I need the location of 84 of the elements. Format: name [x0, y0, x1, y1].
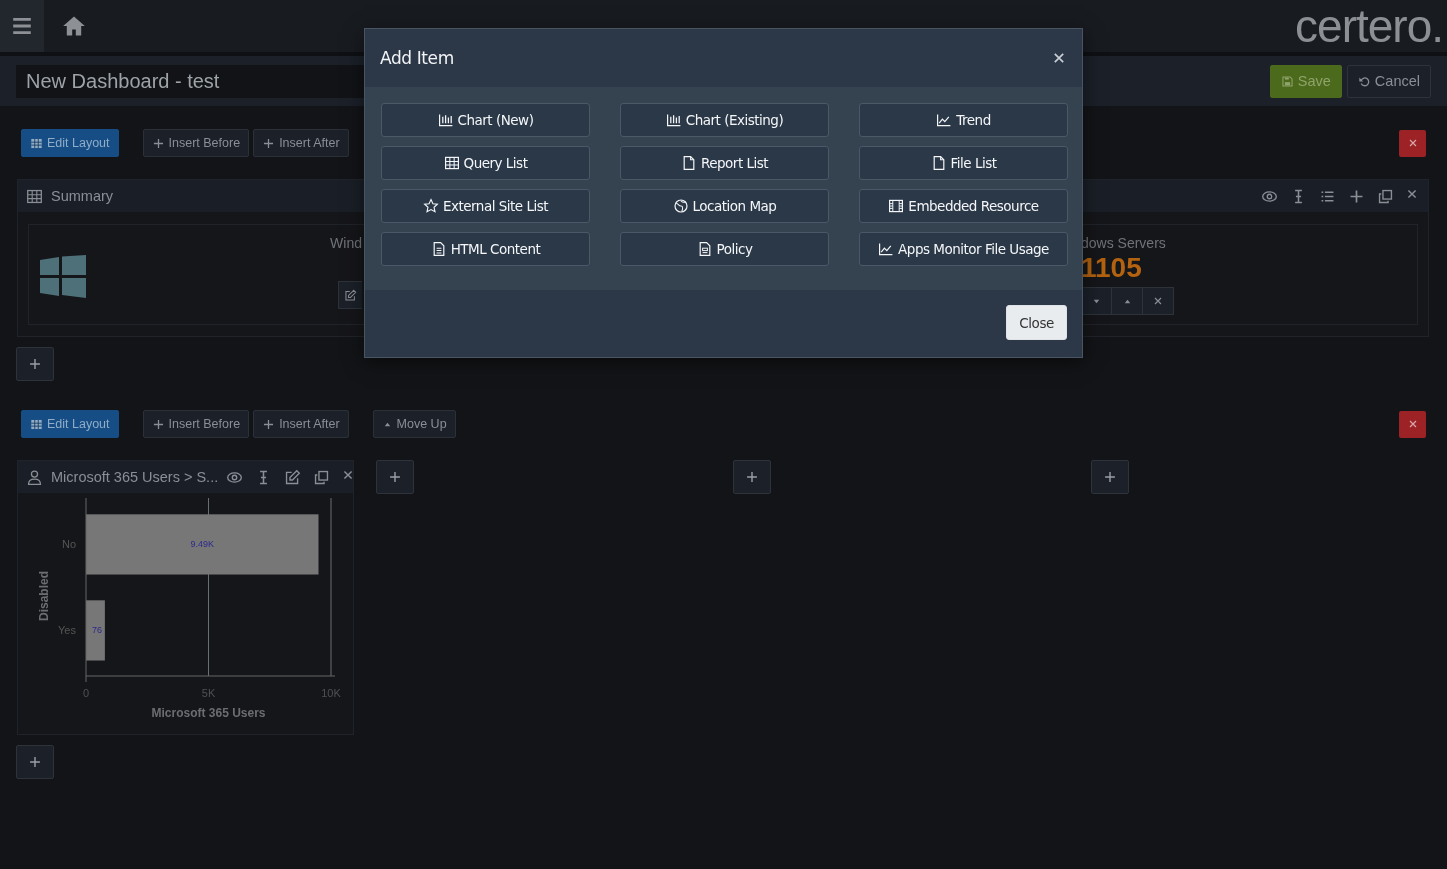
close-icon	[1407, 138, 1418, 148]
add-item-button[interactable]: Query List	[381, 146, 590, 180]
axis-label: Yes	[58, 624, 76, 637]
close-button[interactable]	[1052, 51, 1066, 65]
add-item-button[interactable]: File List	[859, 146, 1068, 180]
plus-icon	[262, 417, 276, 431]
close-dialog-button[interactable]: Close	[1006, 305, 1067, 340]
remove-row-button[interactable]	[1399, 410, 1426, 438]
axis-label: 10K	[321, 687, 341, 699]
insert-button[interactable]: Insert After	[253, 129, 349, 157]
axis-title: Microsoft 365 Users	[151, 706, 266, 720]
duplicate-button[interactable]	[313, 468, 331, 486]
add-item-button[interactable]: Trend	[859, 103, 1068, 137]
menu-button[interactable]	[0, 0, 44, 52]
plus-icon	[262, 136, 276, 150]
plus-icon	[151, 417, 165, 431]
star-icon	[422, 198, 439, 214]
add-item-button[interactable]: Chart (Existing)	[620, 103, 829, 137]
tile-value: 1105	[1081, 253, 1143, 283]
add-button[interactable]	[376, 460, 414, 494]
line-chart-icon	[936, 112, 953, 128]
table-icon	[443, 155, 460, 171]
undo-icon	[1357, 74, 1371, 88]
panel-title: Summary	[51, 188, 114, 204]
close-icon	[1052, 51, 1066, 65]
plus-icon	[745, 470, 759, 484]
copy-icon	[313, 468, 331, 486]
home-button[interactable]	[62, 14, 86, 38]
add-button[interactable]	[733, 460, 771, 494]
edit-button[interactable]	[338, 281, 362, 309]
plus-icon	[28, 357, 42, 371]
tile-label: Wind	[330, 235, 362, 251]
windows-logo-icon	[40, 255, 86, 298]
film-icon	[888, 198, 905, 214]
close-icon	[1153, 296, 1163, 306]
insert-button[interactable]: Insert Before	[142, 410, 250, 438]
bar-chart-icon	[665, 112, 682, 128]
copy-icon	[1377, 187, 1394, 205]
axis-label: No	[61, 538, 76, 551]
globe-icon	[672, 198, 689, 214]
add-button[interactable]	[16, 745, 54, 779]
plus-icon	[1103, 470, 1117, 484]
logo: certero.	[1295, 0, 1443, 53]
dialog-title: Add Item	[380, 48, 454, 68]
grid-icon	[30, 417, 43, 431]
close-icon	[1407, 419, 1418, 429]
plus-icon	[388, 470, 402, 484]
data-label: 76	[92, 625, 102, 636]
edit-button[interactable]	[284, 468, 302, 486]
edit-icon	[284, 468, 302, 486]
add-button[interactable]	[16, 347, 54, 381]
add-item-button[interactable]: Chart (New)	[381, 103, 590, 137]
add-item-button[interactable]: Report List	[620, 146, 829, 180]
widget-title: Microsoft 365 Users > S...	[51, 469, 219, 485]
menu-icon	[11, 15, 33, 37]
bar-chart-icon	[437, 112, 454, 128]
axis-title: Disabled	[37, 571, 51, 621]
edit-layout-button[interactable]: Edit Layout	[21, 410, 119, 438]
value-label: 9.49K	[190, 539, 214, 550]
user-icon	[26, 468, 43, 486]
cancel-button[interactable]: Cancel	[1346, 64, 1431, 98]
edit-layout-button[interactable]: Edit Layout	[21, 129, 119, 157]
add-item-button[interactable]: Embedded Resource	[859, 189, 1068, 223]
line-chart-icon	[878, 241, 895, 257]
plus-icon	[28, 755, 42, 769]
home-icon	[62, 14, 86, 38]
move-up-button[interactable]: Move Up	[372, 410, 456, 438]
add-item-button[interactable]: Policy	[620, 232, 829, 266]
grid-icon	[26, 187, 43, 205]
close-icon	[1406, 187, 1418, 200]
add-button[interactable]	[1091, 460, 1129, 494]
edit-icon	[344, 288, 357, 302]
grid-icon	[30, 136, 43, 150]
add-item-button[interactable]: Location Map	[620, 189, 829, 223]
add-item-button[interactable]: HTML Content	[381, 232, 590, 266]
duplicate-button[interactable]	[1377, 187, 1394, 205]
add-item-button[interactable]: Apps Monitor File Usage	[859, 232, 1068, 266]
axis-label: 5K	[201, 687, 216, 699]
add-item-button[interactable]: External Site List	[381, 189, 590, 223]
insert-button[interactable]: Insert Before	[142, 129, 250, 157]
plus-icon	[151, 136, 165, 150]
remove-row-button[interactable]	[1399, 129, 1426, 157]
close-icon	[342, 468, 355, 481]
insert-button[interactable]: Insert After	[253, 410, 349, 438]
